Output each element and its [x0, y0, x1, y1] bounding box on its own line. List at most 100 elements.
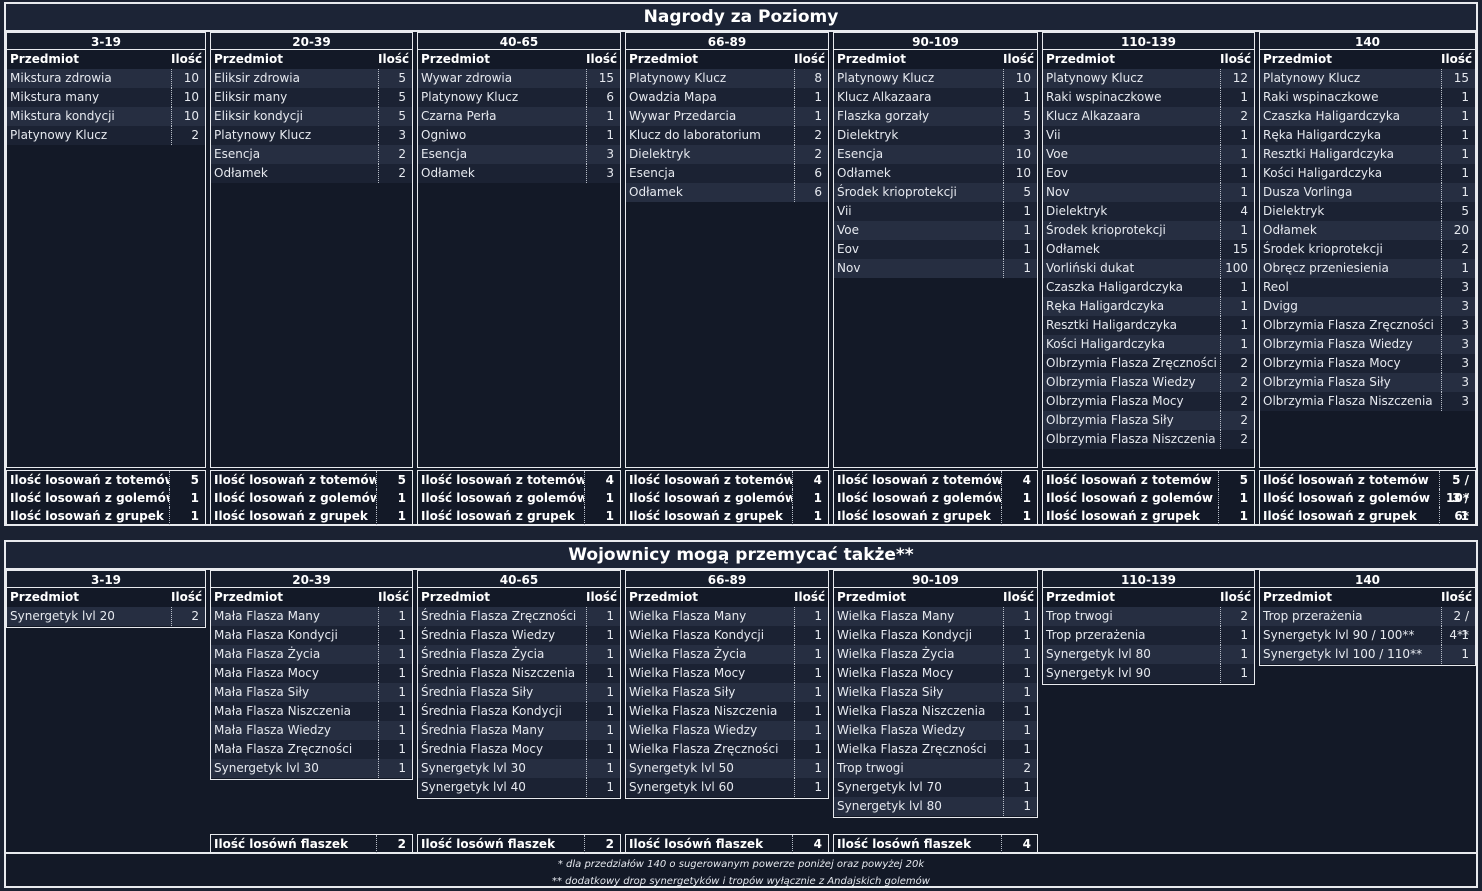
- level-rewards-panel: Nagrody za Poziomy 3-19 Przedmiot Ilość Mik…: [4, 2, 1478, 526]
- table-row: Wielka Flasza Wiedzy 1: [626, 721, 828, 740]
- table-row: Platynowy Klucz 2: [7, 126, 205, 145]
- stat-label: Ilość losowań z grupek: [421, 509, 575, 523]
- item-qty: 2: [1441, 240, 1475, 259]
- item-name: Średnia Flasza Many: [421, 723, 545, 737]
- table-row: Odłamek 6: [626, 183, 828, 202]
- table-row: Resztki Haligardczyka 1: [1260, 145, 1475, 164]
- table-row: Mała Flasza Kondycji 1: [211, 626, 412, 645]
- item-name: Olbrzymia Flasza Wiedzy: [1263, 337, 1413, 351]
- item-qty: 1: [794, 626, 828, 645]
- table-row: Dielektryk 2: [626, 145, 828, 164]
- item-qty: 1: [1220, 645, 1254, 664]
- item-column-header: Przedmiot: [629, 590, 699, 604]
- stat-value: 4: [1001, 835, 1037, 853]
- range-column-90-109: 90-109 Przedmiot Ilość Wielka Flasza Many 1 W…: [833, 570, 1038, 854]
- item-column-header: Przedmiot: [10, 52, 80, 66]
- table-row: Synergetyk lvl 90 1: [1043, 664, 1254, 683]
- item-name: Wywar zdrowia: [421, 71, 513, 85]
- item-qty: 1: [586, 126, 620, 145]
- item-qty: 2: [1220, 107, 1254, 126]
- table-row: Olbrzymia Flasza Mocy 2: [1043, 392, 1254, 411]
- item-name: Czarna Perła: [421, 109, 497, 123]
- table-row: Synergetyk lvl 90 / 100** 1: [1260, 626, 1475, 645]
- stat-label: Ilość losowań z golemów: [421, 491, 584, 505]
- table-header-row: Przedmiot Ilość: [1260, 50, 1475, 69]
- stat-row: Ilość losowań z grupek 1: [626, 507, 828, 525]
- qty-column-header: Ilość: [586, 590, 618, 604]
- table-row: Klucz do laboratorium 2: [626, 126, 828, 145]
- table-row: Esencja 10: [834, 145, 1037, 164]
- table-row: Voe 1: [834, 221, 1037, 240]
- table-row: Średnia Flasza Zręczności 1: [418, 607, 620, 626]
- item-name: Olbrzymia Flasza Siły: [1263, 375, 1391, 389]
- table-header-row: Przedmiot Ilość: [834, 588, 1037, 607]
- item-name: Wielka Flasza Niszczenia: [837, 704, 986, 718]
- item-name: Wielka Flasza Mocy: [629, 666, 746, 680]
- draw-stats: Ilość losówń flaszek 4: [833, 834, 1038, 854]
- item-name: Eov: [837, 242, 860, 256]
- stat-value: 5: [376, 471, 412, 489]
- stat-label: Ilość losowań z totemów: [1263, 473, 1429, 487]
- item-qty: 1: [1220, 145, 1254, 164]
- table-row: Synergetyk lvl 30 1: [211, 759, 412, 778]
- item-name: Olbrzymia Flasza Siły: [1046, 413, 1174, 427]
- table-row: Nov 1: [834, 259, 1037, 278]
- stat-value: 1: [1001, 489, 1037, 507]
- item-qty: 1: [586, 683, 620, 702]
- table-row: Synergetyk lvl 70 1: [834, 778, 1037, 797]
- stat-label: Ilość losówń flaszek: [214, 837, 349, 851]
- table-row: Vorliński dukat 100: [1043, 259, 1254, 278]
- item-name: Vorliński dukat: [1046, 261, 1135, 275]
- qty-column-header: Ilość: [1003, 590, 1035, 604]
- table-row: Eliksir many 5: [211, 88, 412, 107]
- item-qty: 1: [378, 721, 412, 740]
- item-name: Flaszka gorzały: [837, 109, 930, 123]
- item-column-header: Przedmiot: [837, 590, 907, 604]
- range-header: 40-65: [417, 570, 621, 588]
- table-row: Nov 1: [1043, 183, 1254, 202]
- stat-value: 1: [1439, 507, 1475, 525]
- item-name: Średnia Flasza Mocy: [421, 742, 544, 756]
- table-row: Olbrzymia Flasza Siły 3: [1260, 373, 1475, 392]
- stat-label: Ilość losowań z golemów: [1046, 491, 1213, 505]
- item-qty: 1: [1003, 702, 1037, 721]
- table-row: Mikstura kondycji 10: [7, 107, 205, 126]
- table-row: Średnia Flasza Wiedzy 1: [418, 626, 620, 645]
- range-column-40-65: 40-65 Przedmiot Ilość Wywar zdrowia 15 Platyn…: [417, 32, 621, 526]
- stat-label: Ilość losowań z grupek: [1263, 509, 1417, 523]
- draw-stats: Ilość losowań z totemów 4 Ilość losowań z …: [417, 470, 621, 526]
- item-qty: 3: [1441, 316, 1475, 335]
- range-column-20-39: 20-39 Przedmiot Ilość Mała Flasza Many 1 Mała…: [210, 570, 413, 854]
- table-row: Wielka Flasza Kondycji 1: [626, 626, 828, 645]
- table-row: Synergetyk lvl 60 1: [626, 778, 828, 797]
- item-name: Olbrzymia Flasza Zręczności: [1263, 318, 1434, 332]
- items-table: Przedmiot Ilość Trop trwogi 2 Trop przerażen…: [1042, 588, 1255, 685]
- item-name: Synergetyk lvl 90: [1046, 666, 1151, 680]
- item-name: Resztki Haligardczyka: [1046, 318, 1177, 332]
- item-qty: 1: [1003, 778, 1037, 797]
- stat-value: 2: [584, 835, 620, 853]
- table-row: Platynowy Klucz 15: [1260, 69, 1475, 88]
- table-header-row: Przedmiot Ilość: [1043, 50, 1254, 69]
- footnote-1: * dla przedziałów 140 o sugerowanym powe…: [557, 859, 925, 870]
- stat-label: Ilość losówń flaszek: [421, 837, 556, 851]
- item-column-header: Przedmiot: [837, 52, 907, 66]
- item-qty: 3: [1003, 126, 1037, 145]
- range-header: 140: [1259, 570, 1476, 588]
- table-row: Esencja 2: [211, 145, 412, 164]
- item-name: Wielka Flasza Kondycji: [629, 628, 765, 642]
- stat-label: Ilość losowań z totemów: [10, 473, 169, 487]
- item-name: Dusza Vorlinga: [1263, 185, 1353, 199]
- stat-value: 1: [1001, 507, 1037, 525]
- stat-row: Ilość losowań z golemów 3 / 6*: [1260, 489, 1475, 523]
- stat-row: Ilość losowań z golemów 1: [834, 489, 1037, 507]
- item-qty: 2: [1003, 759, 1037, 778]
- item-qty: 1: [794, 88, 828, 107]
- table-row: Wielka Flasza Kondycji 1: [834, 626, 1037, 645]
- draw-stats: Ilość losowań z totemów 5 Ilość losowań z …: [210, 470, 413, 526]
- table-row: Voe 1: [1043, 145, 1254, 164]
- items-table: Przedmiot Ilość Średnia Flasza Zręczności 1…: [417, 588, 621, 799]
- item-name: Nov: [1046, 185, 1070, 199]
- qty-column-header: Ilość: [794, 52, 826, 66]
- item-qty: 20: [1441, 221, 1475, 240]
